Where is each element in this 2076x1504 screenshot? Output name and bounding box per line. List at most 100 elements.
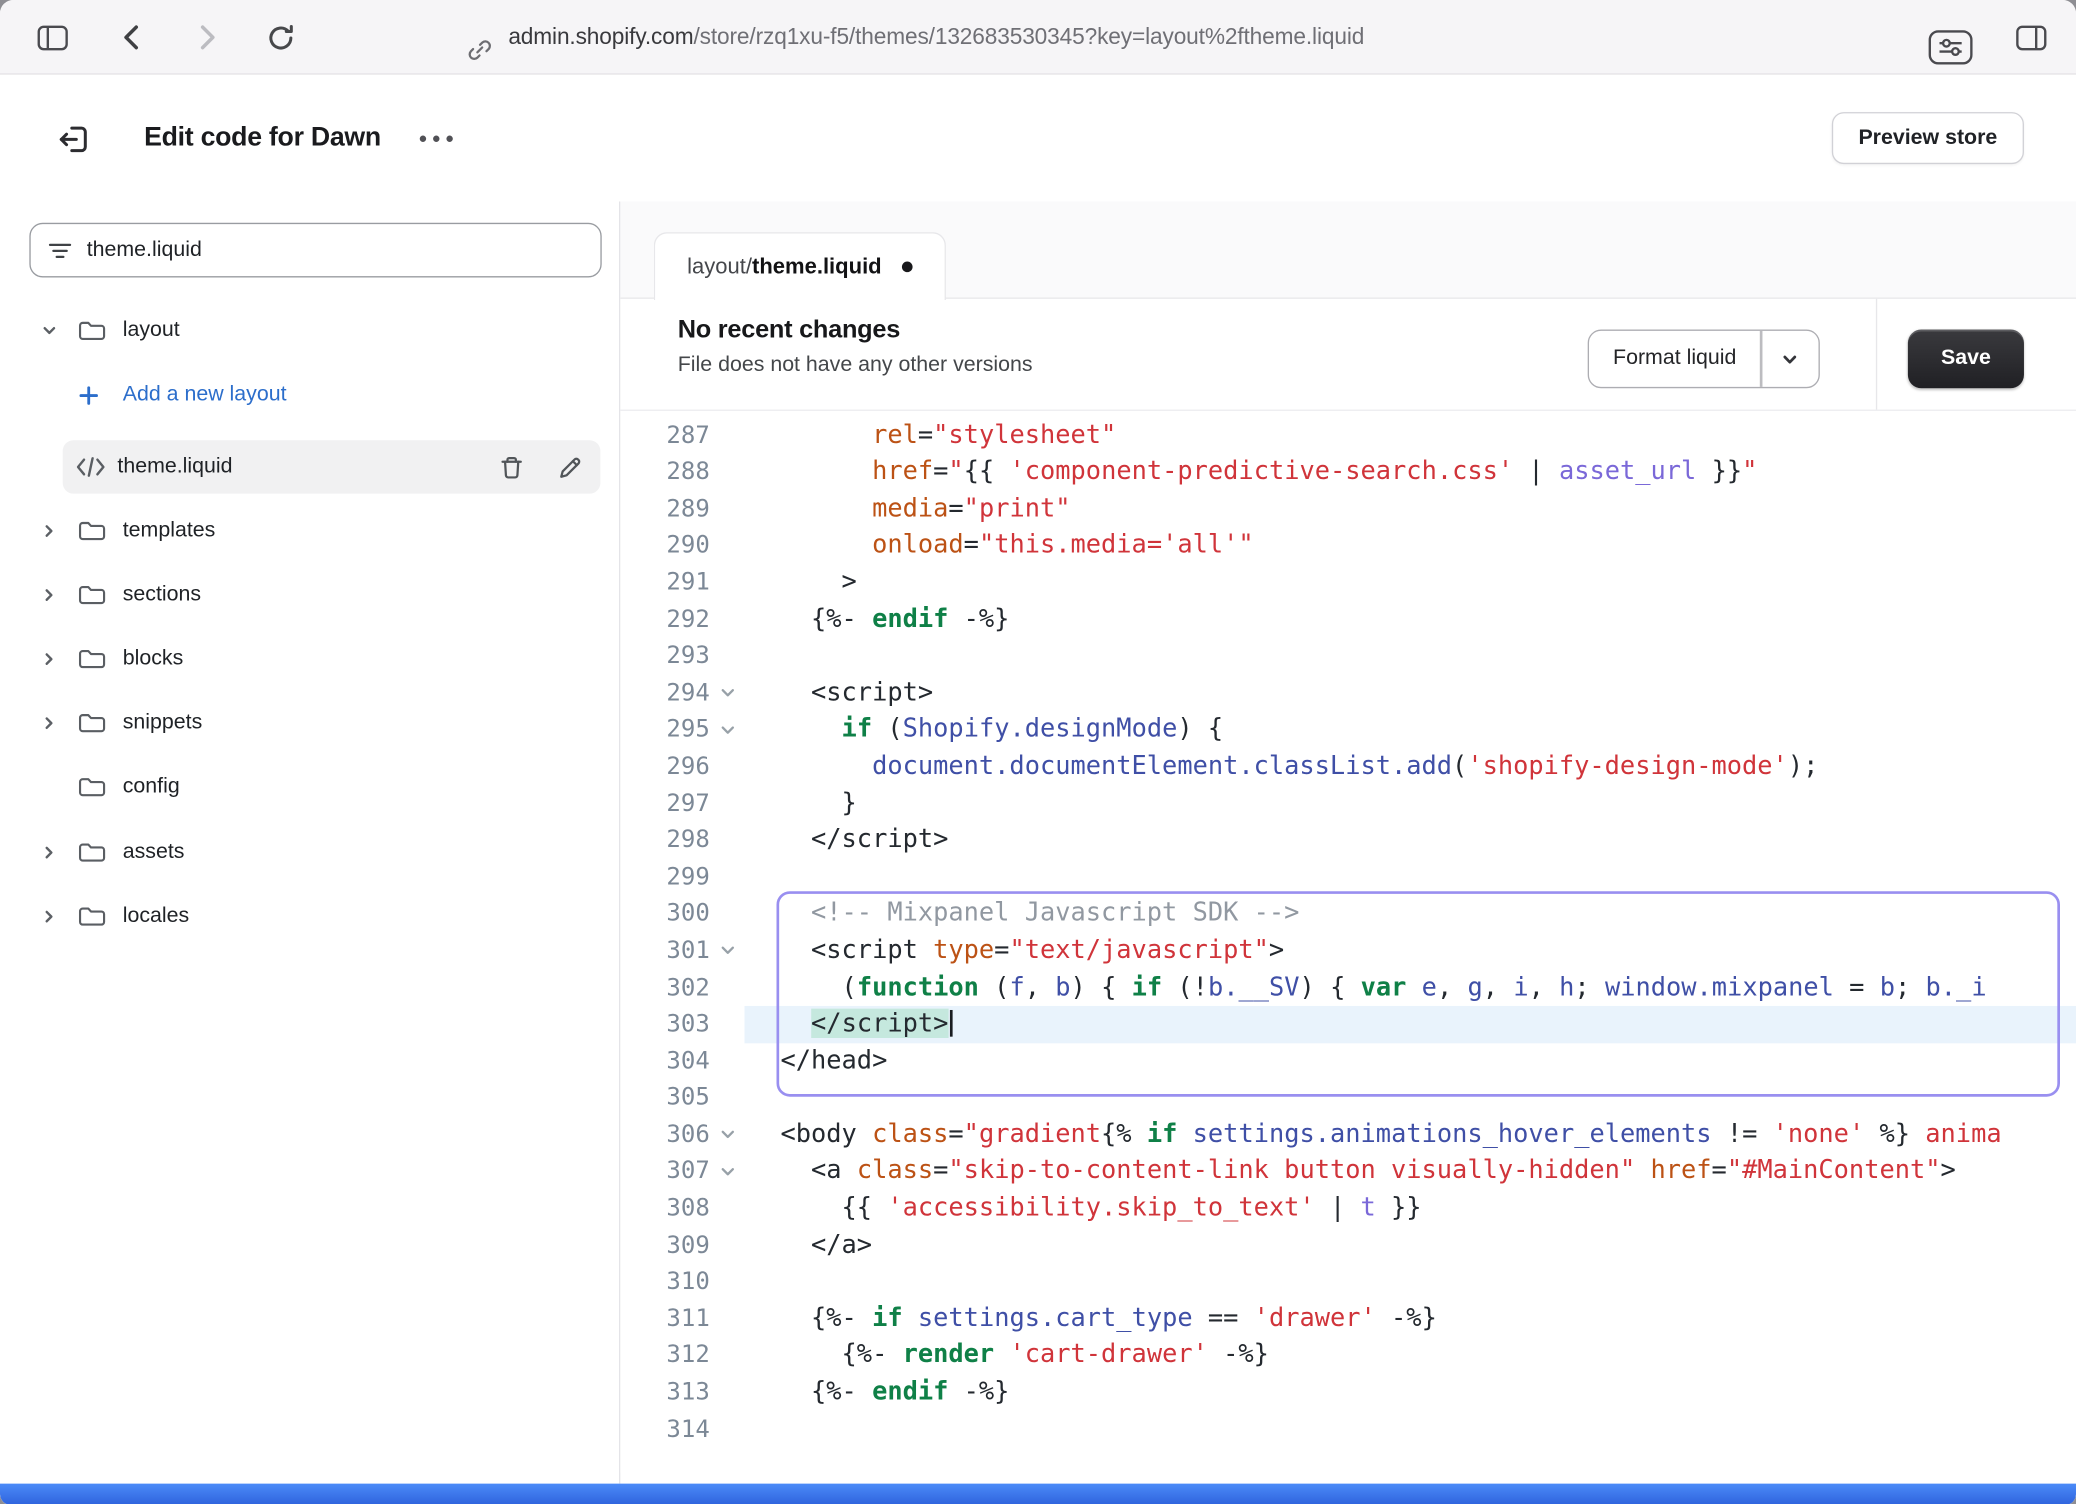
code-line[interactable]: 294 <script> xyxy=(620,675,2076,712)
code-text: </a> xyxy=(744,1227,2076,1264)
fold-spacer xyxy=(710,748,745,785)
preview-store-button[interactable]: Preview store xyxy=(1832,112,2024,164)
code-line[interactable]: 297 } xyxy=(620,785,2076,822)
fold-chevron-icon[interactable] xyxy=(710,675,745,712)
code-line[interactable]: 296 document.documentElement.classList.a… xyxy=(620,748,2076,785)
chevron-down-icon[interactable] xyxy=(40,322,77,341)
code-line[interactable]: 306<body class="gradient{% if settings.a… xyxy=(620,1117,2076,1154)
line-number: 301 xyxy=(620,932,709,969)
code-text: <script type="text/javascript"> xyxy=(744,932,2076,969)
code-text: </script> xyxy=(744,822,2076,859)
code-line[interactable]: 292 {%- endif -%} xyxy=(620,601,2076,638)
fold-chevron-icon[interactable] xyxy=(710,1117,745,1154)
chevron-right-icon[interactable] xyxy=(40,650,77,669)
line-number: 312 xyxy=(620,1337,709,1374)
code-editor[interactable]: 286 <link287 rel="stylesheet"288 href="{… xyxy=(620,411,2076,1473)
fold-spacer xyxy=(710,1337,745,1374)
code-line[interactable]: 304</head> xyxy=(620,1043,2076,1080)
rename-file-icon[interactable] xyxy=(555,452,584,481)
add-new-layout-button[interactable]: Add a new layout xyxy=(0,368,619,421)
sidebar-item-sections[interactable]: sections xyxy=(0,568,619,621)
code-line[interactable]: 300 <!-- Mixpanel Javascript SDK --> xyxy=(620,896,2076,933)
toolbar-divider xyxy=(1876,299,1877,410)
text-cursor xyxy=(950,1010,953,1037)
fold-chevron-icon[interactable] xyxy=(710,712,745,749)
code-text: <body class="gradient{% if settings.anim… xyxy=(744,1117,2076,1154)
fold-spacer xyxy=(710,454,745,491)
code-line[interactable]: 288 href="{{ 'component-predictive-searc… xyxy=(620,454,2076,491)
line-number: 296 xyxy=(620,748,709,785)
line-number: 313 xyxy=(620,1374,709,1411)
code-line[interactable]: 308 {{ 'accessibility.skip_to_text' | t … xyxy=(620,1190,2076,1227)
save-button[interactable]: Save xyxy=(1908,330,2024,389)
chevron-right-icon[interactable] xyxy=(40,586,77,605)
chevron-right-icon[interactable] xyxy=(40,843,77,862)
file-search-box[interactable] xyxy=(29,223,601,278)
format-dropdown-chevron-icon[interactable] xyxy=(1762,331,1818,387)
code-line[interactable]: 309 </a> xyxy=(620,1227,2076,1264)
fold-chevron-icon[interactable] xyxy=(710,1153,745,1190)
window-sidebar-toggle-icon[interactable] xyxy=(37,25,68,50)
sidebar-item-layout[interactable]: layout xyxy=(0,304,619,357)
code-line[interactable]: 299 xyxy=(620,859,2076,896)
code-line[interactable]: 290 onload="this.media='all'" xyxy=(620,528,2076,565)
sidebar-item-snippets[interactable]: snippets xyxy=(0,696,619,749)
sidebar-item-label: layout xyxy=(123,319,180,343)
code-line[interactable]: 314 xyxy=(620,1411,2076,1448)
sidebar-item-locales[interactable]: locales xyxy=(0,890,619,943)
sidebar-item-templates[interactable]: templates xyxy=(0,504,619,557)
chevron-right-icon[interactable] xyxy=(40,522,77,541)
sidebar-item-config[interactable]: config xyxy=(0,760,619,813)
fold-chevron-icon[interactable] xyxy=(710,932,745,969)
code-line[interactable]: 293 xyxy=(620,638,2076,675)
back-icon[interactable] xyxy=(115,20,147,55)
code-line[interactable]: 312 {%- render 'cart-drawer' -%} xyxy=(620,1337,2076,1374)
code-line[interactable]: 307 <a class="skip-to-content-link butto… xyxy=(620,1153,2076,1190)
status-subtitle: File does not have any other versions xyxy=(678,354,1033,378)
sidebar-item-label: sections xyxy=(123,583,201,607)
line-number: 291 xyxy=(620,564,709,601)
sidebar-item-theme-liquid[interactable]: theme.liquid xyxy=(63,440,601,493)
code-line[interactable]: 287 rel="stylesheet" xyxy=(620,417,2076,454)
code-line[interactable]: 310 xyxy=(620,1264,2076,1301)
right-panel-icon[interactable] xyxy=(2016,25,2047,50)
plus-icon xyxy=(77,384,122,407)
reload-icon[interactable] xyxy=(264,21,297,54)
code-text: </head> xyxy=(744,1043,2076,1080)
code-text: <!-- Mixpanel Javascript SDK --> xyxy=(744,896,2076,933)
code-line[interactable]: 303 </script> xyxy=(620,1006,2076,1043)
line-number: 294 xyxy=(620,675,709,712)
code-line[interactable]: 301 <script type="text/javascript"> xyxy=(620,932,2076,969)
code-line[interactable]: 291 > xyxy=(620,564,2076,601)
url-bar[interactable]: admin.shopify.com/store/rzq1xu-f5/themes… xyxy=(508,0,1364,73)
code-line[interactable]: 295 if (Shopify.designMode) { xyxy=(620,712,2076,749)
sidebar-item-blocks[interactable]: blocks xyxy=(0,632,619,685)
chevron-right-icon[interactable] xyxy=(40,714,77,733)
link-icon xyxy=(466,36,494,64)
selected-file-label: theme.liquid xyxy=(117,455,232,479)
app-header: Edit code for Dawn Preview store xyxy=(0,75,2076,202)
more-options-icon[interactable] xyxy=(411,123,462,155)
line-number: 305 xyxy=(620,1080,709,1117)
forward-icon[interactable] xyxy=(192,20,224,55)
sidebar-item-assets[interactable]: assets xyxy=(0,826,619,879)
chevron-right-icon[interactable] xyxy=(40,907,77,926)
fold-spacer xyxy=(710,822,745,859)
code-line[interactable]: 298 </script> xyxy=(620,822,2076,859)
code-line[interactable]: 302 (function (f, b) { if (!b.__SV) { va… xyxy=(620,969,2076,1006)
format-liquid-button[interactable]: Format liquid xyxy=(1588,330,1820,389)
code-line[interactable]: 313 {%- endif -%} xyxy=(620,1374,2076,1411)
search-input[interactable] xyxy=(87,238,585,262)
code-line[interactable]: 305 xyxy=(620,1080,2076,1117)
code-line[interactable]: 289 media="print" xyxy=(620,491,2076,528)
tab-theme-liquid[interactable]: layout/theme.liquid xyxy=(654,232,946,300)
fold-spacer xyxy=(710,1374,745,1411)
delete-file-icon[interactable] xyxy=(496,452,525,481)
code-line[interactable]: 311 {%- if settings.cart_type == 'drawer… xyxy=(620,1301,2076,1338)
exit-icon[interactable] xyxy=(53,119,93,159)
folder-icon xyxy=(77,518,122,545)
line-number: 310 xyxy=(620,1264,709,1301)
page-settings-icon[interactable] xyxy=(1928,29,1973,65)
code-text xyxy=(744,1080,2076,1117)
url-host: admin.shopify.com xyxy=(508,23,693,50)
